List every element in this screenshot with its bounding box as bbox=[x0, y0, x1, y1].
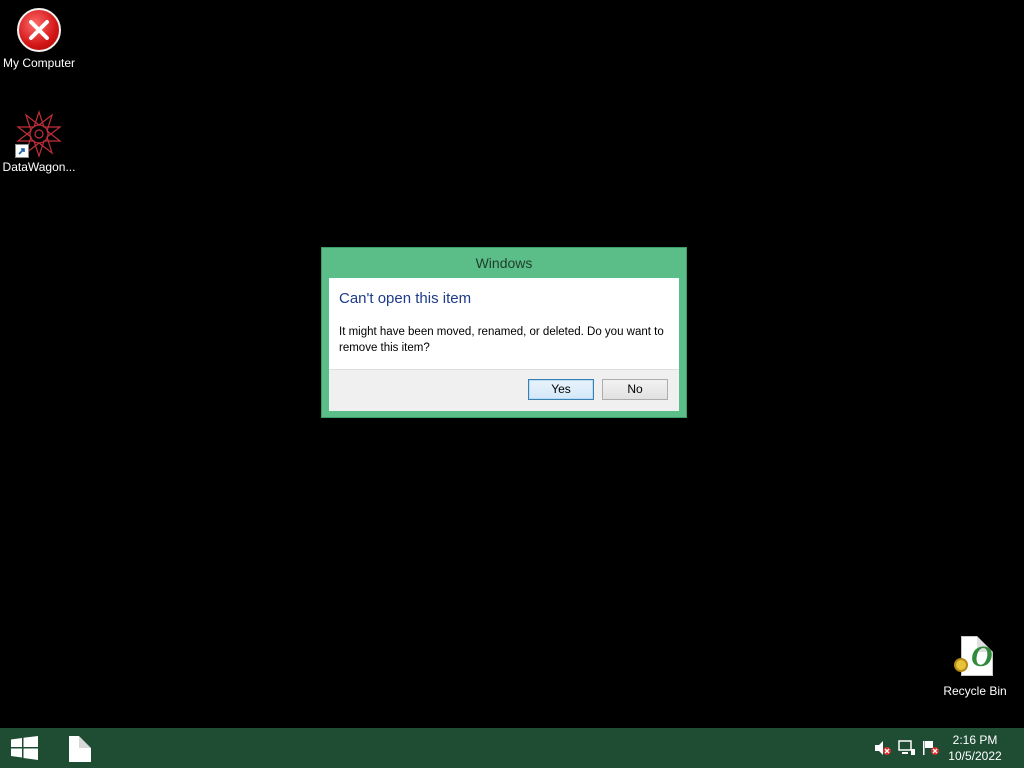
action-center-flag-icon[interactable] bbox=[922, 740, 940, 756]
speaker-muted-icon[interactable] bbox=[874, 740, 892, 756]
dialog-message: It might have been moved, renamed, or de… bbox=[339, 326, 664, 354]
desktop-icon-my-computer[interactable]: My Computer bbox=[0, 6, 78, 70]
taskbar-app-button[interactable] bbox=[60, 728, 100, 768]
error-x-icon bbox=[15, 6, 63, 54]
desktop-icon-label: Recycle Bin bbox=[943, 684, 1007, 698]
clock-time: 2:16 PM bbox=[952, 733, 998, 747]
dialog-title[interactable]: Windows bbox=[322, 248, 686, 278]
document-icon bbox=[69, 736, 91, 762]
dialog-body: Can't open this item It might have been … bbox=[329, 278, 679, 411]
dialog-footer: Yes No bbox=[329, 369, 679, 411]
recycle-bin-icon: O bbox=[951, 634, 999, 682]
desktop-icon-datawagon[interactable]: DataWagon... bbox=[0, 110, 78, 174]
taskbar: 2:16 PM 10/5/2022 bbox=[0, 728, 1024, 768]
no-button[interactable]: No bbox=[602, 379, 668, 400]
network-icon[interactable] bbox=[898, 740, 916, 756]
windows-logo-icon bbox=[11, 736, 38, 760]
shortcut-arrow-icon bbox=[15, 144, 29, 158]
desktop: My Computer DataWagon... O Recycle Bin W… bbox=[0, 0, 1024, 728]
yes-button[interactable]: Yes bbox=[528, 379, 594, 400]
dialog-heading: Can't open this item bbox=[339, 290, 472, 307]
start-button[interactable] bbox=[0, 728, 48, 768]
error-dialog: Windows Can't open this item It might ha… bbox=[321, 247, 687, 418]
clock[interactable]: 2:16 PM 10/5/2022 bbox=[940, 732, 1010, 764]
datawagon-app-icon bbox=[15, 110, 63, 158]
desktop-icon-recycle-bin[interactable]: O Recycle Bin bbox=[936, 634, 1014, 698]
clock-date: 10/5/2022 bbox=[948, 749, 1002, 763]
desktop-icon-label: My Computer bbox=[2, 56, 76, 70]
desktop-icon-label: DataWagon... bbox=[2, 160, 76, 174]
